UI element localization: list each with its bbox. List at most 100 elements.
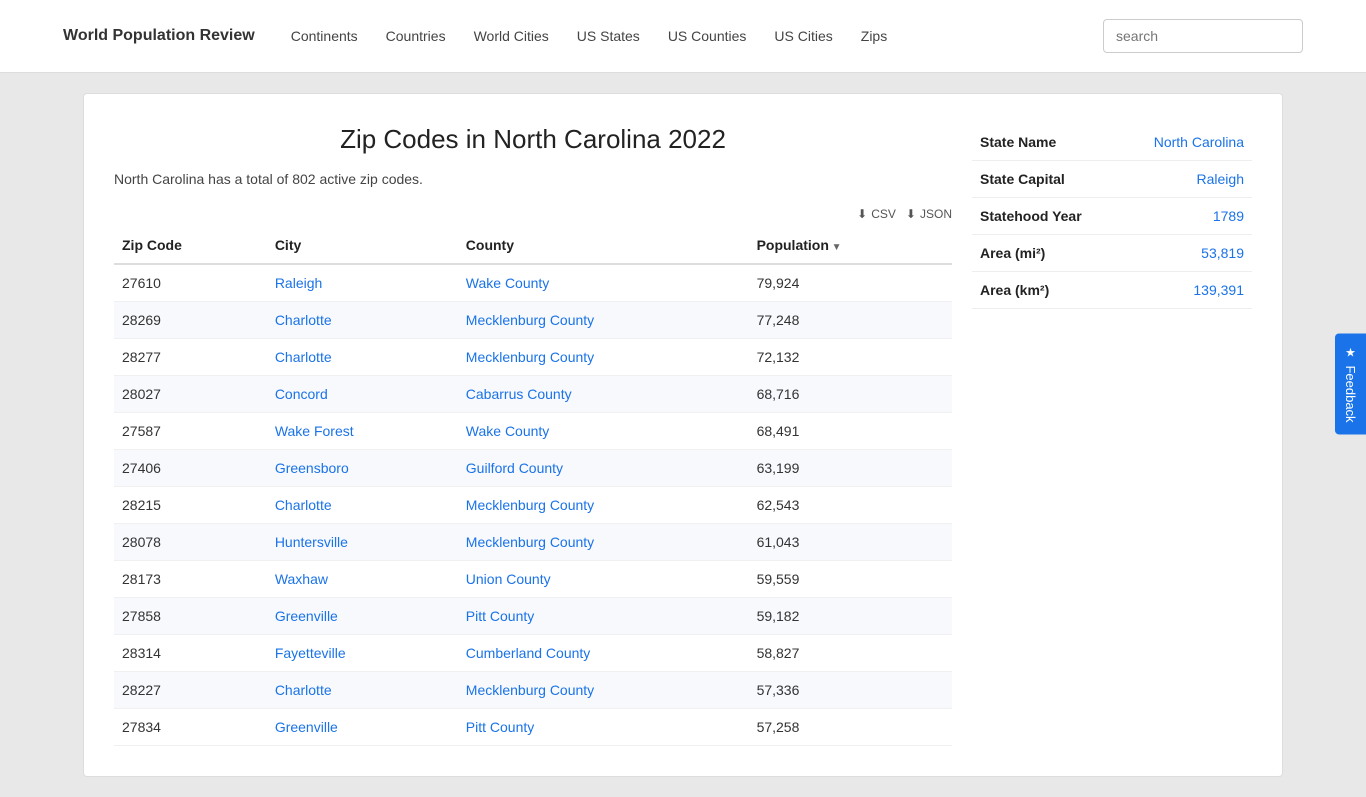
info-value-link[interactable]: Raleigh — [1197, 171, 1244, 187]
cell-zip: 27406 — [114, 450, 267, 487]
cell-population: 68,716 — [749, 376, 952, 413]
zip-table: Zip CodeCityCountyPopulation 27610Raleig… — [114, 227, 952, 746]
cell-city-link[interactable]: Greenville — [275, 608, 338, 624]
cell-city: Greenville — [267, 709, 458, 746]
info-label: Area (km²) — [972, 272, 1119, 309]
table-row: 27610RaleighWake County79,924 — [114, 264, 952, 302]
col-header-county: County — [458, 227, 749, 264]
page-subtitle: North Carolina has a total of 802 active… — [114, 171, 952, 187]
cell-population: 61,043 — [749, 524, 952, 561]
cell-city-link[interactable]: Concord — [275, 386, 328, 402]
cell-county-link[interactable]: Mecklenburg County — [466, 497, 594, 513]
cell-population: 62,543 — [749, 487, 952, 524]
table-row: 27834GreenvillePitt County57,258 — [114, 709, 952, 746]
cell-county-link[interactable]: Pitt County — [466, 608, 534, 624]
cell-city-link[interactable]: Charlotte — [275, 312, 332, 328]
export-csv-button[interactable]: ⬇ CSV — [857, 207, 896, 221]
cell-zip: 27834 — [114, 709, 267, 746]
nav-link-countries[interactable]: Countries — [374, 20, 458, 52]
cell-city-link[interactable]: Waxhaw — [275, 571, 328, 587]
col-header-population[interactable]: Population — [749, 227, 952, 264]
cell-county: Cumberland County — [458, 635, 749, 672]
cell-county: Mecklenburg County — [458, 302, 749, 339]
nav-link-us-counties[interactable]: US Counties — [656, 20, 759, 52]
cell-city: Charlotte — [267, 672, 458, 709]
right-panel: State NameNorth CarolinaState Capital Ral… — [972, 124, 1252, 746]
cell-county-link[interactable]: Mecklenburg County — [466, 312, 594, 328]
cell-county-link[interactable]: Wake County — [466, 275, 550, 291]
cell-population: 77,248 — [749, 302, 952, 339]
cell-county: Mecklenburg County — [458, 672, 749, 709]
nav-link-us-cities[interactable]: US Cities — [762, 20, 844, 52]
cell-city-link[interactable]: Charlotte — [275, 497, 332, 513]
nav-link-us-states[interactable]: US States — [565, 20, 652, 52]
cell-zip: 28277 — [114, 339, 267, 376]
cell-city-link[interactable]: Charlotte — [275, 349, 332, 365]
cell-city-link[interactable]: Wake Forest — [275, 423, 354, 439]
cell-city-link[interactable]: Greenville — [275, 719, 338, 735]
search-input[interactable] — [1103, 19, 1303, 53]
export-json-button[interactable]: ⬇ JSON — [906, 207, 952, 221]
info-label: State Capital — [972, 161, 1119, 198]
cell-zip: 27610 — [114, 264, 267, 302]
cell-population: 63,199 — [749, 450, 952, 487]
cell-county: Pitt County — [458, 709, 749, 746]
info-row: Area (km²)139,391 — [972, 272, 1252, 309]
nav-link-zips[interactable]: Zips — [849, 20, 899, 52]
table-row: 28173 Waxhaw Union County 59,559 — [114, 561, 952, 598]
cell-population: 68,491 — [749, 413, 952, 450]
cell-county-link[interactable]: Mecklenburg County — [466, 349, 594, 365]
page-title: Zip Codes in North Carolina 2022 — [114, 124, 952, 155]
cell-zip: 28173 — [114, 561, 267, 598]
cell-county-link[interactable]: Union County — [466, 571, 551, 587]
cell-county: Mecklenburg County — [458, 339, 749, 376]
navbar: World Population Review ContinentsCountr… — [0, 0, 1366, 73]
cell-county-link[interactable]: Mecklenburg County — [466, 534, 594, 550]
cell-city: Charlotte — [267, 487, 458, 524]
cell-zip: 28227 — [114, 672, 267, 709]
cell-zip: 27858 — [114, 598, 267, 635]
cell-city-link[interactable]: Fayetteville — [275, 645, 346, 661]
cell-county-link[interactable]: Guilford County — [466, 460, 563, 476]
nav-brand[interactable]: World Population Review — [63, 27, 255, 45]
table-row: 27858 Greenville Pitt County 59,182 — [114, 598, 952, 635]
table-row: 27587 Wake Forest Wake County 68,491 — [114, 413, 952, 450]
info-value: 53,819 — [1119, 235, 1252, 272]
cell-city-link[interactable]: Raleigh — [275, 275, 322, 291]
info-value: Raleigh — [1119, 161, 1252, 198]
cell-population: 59,182 — [749, 598, 952, 635]
cell-county: Wake County — [458, 264, 749, 302]
left-panel: Zip Codes in North Carolina 2022 North C… — [114, 124, 952, 746]
cell-zip: 28027 — [114, 376, 267, 413]
cell-zip: 27587 — [114, 413, 267, 450]
cell-county-link[interactable]: Pitt County — [466, 719, 534, 735]
nav-link-continents[interactable]: Continents — [279, 20, 370, 52]
cell-city-link[interactable]: Greensboro — [275, 460, 349, 476]
cell-county: Mecklenburg County — [458, 487, 749, 524]
cell-population: 72,132 — [749, 339, 952, 376]
cell-zip: 28215 — [114, 487, 267, 524]
cell-county-link[interactable]: Cabarrus County — [466, 386, 572, 402]
feedback-tab[interactable]: ★ Feedback — [1335, 333, 1366, 434]
table-row: 28215 Charlotte Mecklenburg County 62,543 — [114, 487, 952, 524]
info-row: State NameNorth Carolina — [972, 124, 1252, 161]
cell-city: Wake Forest — [267, 413, 458, 450]
info-value-link[interactable]: North Carolina — [1154, 134, 1244, 150]
cell-zip: 28269 — [114, 302, 267, 339]
col-header-zip-code: Zip Code — [114, 227, 267, 264]
cell-city-link[interactable]: Charlotte — [275, 682, 332, 698]
info-value: North Carolina — [1119, 124, 1252, 161]
main-wrapper: Zip Codes in North Carolina 2022 North C… — [63, 73, 1303, 797]
table-body: 27610RaleighWake County79,92428269Charlo… — [114, 264, 952, 746]
table-row: 28277 Charlotte Mecklenburg County 72,132 — [114, 339, 952, 376]
feedback-label: Feedback — [1343, 365, 1358, 422]
cell-county: Union County — [458, 561, 749, 598]
cell-county: Pitt County — [458, 598, 749, 635]
cell-county-link[interactable]: Mecklenburg County — [466, 682, 594, 698]
nav-link-world-cities[interactable]: World Cities — [462, 20, 561, 52]
cell-population: 59,559 — [749, 561, 952, 598]
cell-county-link[interactable]: Wake County — [466, 423, 550, 439]
cell-city: Waxhaw — [267, 561, 458, 598]
cell-county-link[interactable]: Cumberland County — [466, 645, 591, 661]
cell-city-link[interactable]: Huntersville — [275, 534, 348, 550]
